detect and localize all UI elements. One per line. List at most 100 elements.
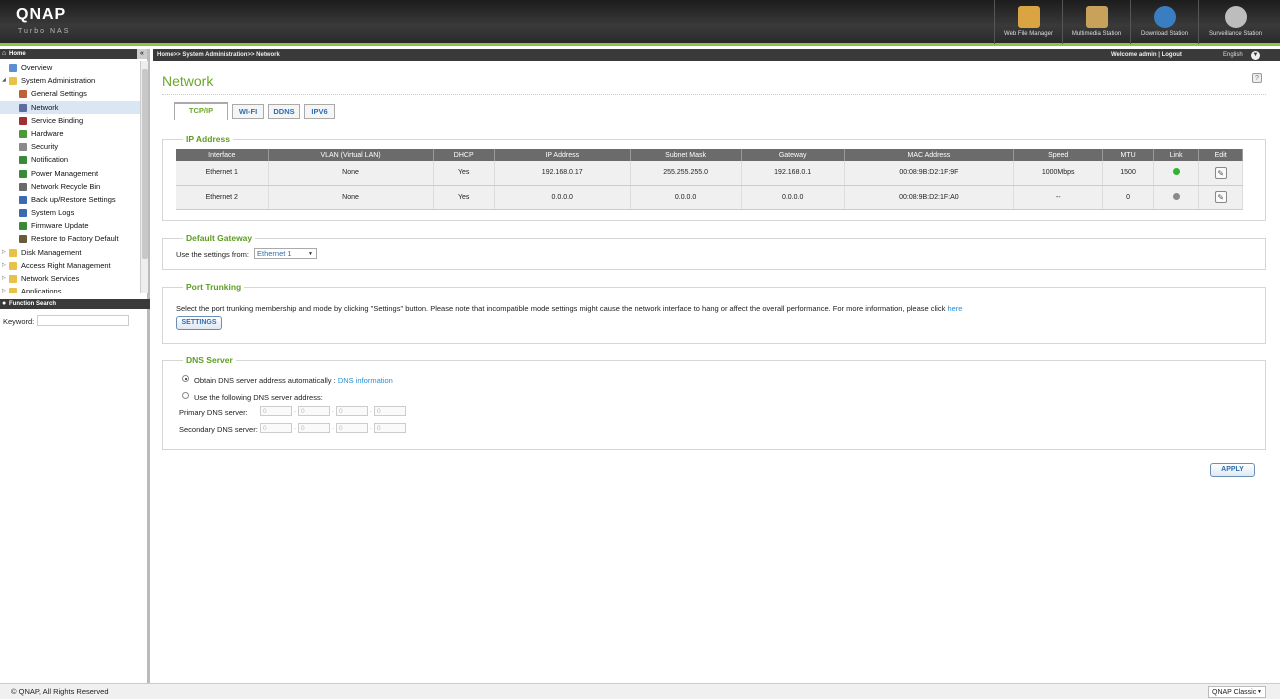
secondary-dns-octet-2[interactable]: 0 bbox=[298, 423, 330, 433]
sidebar-item-label: Network bbox=[31, 102, 59, 112]
sidebar-item-general-settings[interactable]: General Settings bbox=[0, 87, 140, 100]
tab-tcp-ip[interactable]: TCP/IP bbox=[174, 102, 228, 120]
collapsed-arrow-icon[interactable]: ▷ bbox=[2, 272, 6, 285]
sidebar-home-header[interactable]: ⌂ Home « bbox=[0, 49, 147, 59]
cell-mac: 00:08:9B:D2:1F:9F bbox=[844, 161, 1015, 186]
sidebar-item-network-recycle-bin[interactable]: Network Recycle Bin bbox=[0, 180, 140, 193]
theme-selector[interactable]: QNAP Classic ▼ bbox=[1208, 686, 1266, 698]
overview-icon bbox=[9, 64, 17, 72]
secondary-dns-octet-4[interactable]: 0 bbox=[374, 423, 406, 433]
app-multimedia-station[interactable]: Multimedia Station bbox=[1062, 0, 1130, 44]
dns-manual-radio[interactable] bbox=[182, 392, 189, 399]
cell-link bbox=[1153, 161, 1200, 186]
power-icon bbox=[19, 169, 27, 178]
tab-ipv6[interactable]: IPV6 bbox=[304, 104, 335, 119]
sidebar-item-access-right-management[interactable]: ▷ Access Right Management bbox=[0, 259, 140, 272]
cell-gateway: 192.168.0.1 bbox=[741, 161, 845, 186]
sidebar-item-restore-to-factory-default[interactable]: Restore to Factory Default bbox=[0, 232, 140, 245]
gateway-select[interactable]: Ethernet 1 ▼ bbox=[254, 248, 317, 259]
breadcrumb-bar: Home>> System Administration>> Network W… bbox=[153, 49, 1280, 61]
help-icon[interactable]: ? bbox=[1252, 73, 1262, 83]
primary-dns-octet-4[interactable]: 0 bbox=[374, 406, 406, 416]
network-icon bbox=[19, 103, 27, 112]
sidebar-item-service-binding[interactable]: Service Binding bbox=[0, 114, 140, 127]
sidebar-item-security[interactable]: Security bbox=[0, 140, 140, 153]
edit-icon[interactable]: ✎ bbox=[1214, 191, 1227, 203]
sidebar-item-applications[interactable]: ▷ Applications bbox=[0, 285, 140, 293]
cell-speed: 1000Mbps bbox=[1013, 161, 1104, 186]
sidebar-item-power-management[interactable]: Power Management bbox=[0, 167, 140, 180]
sidebar-item-hardware[interactable]: Hardware bbox=[0, 127, 140, 140]
settings-icon bbox=[19, 90, 27, 99]
folder-open-icon bbox=[9, 77, 17, 86]
apply-button[interactable]: APPLY bbox=[1210, 463, 1255, 477]
cell-dhcp: Yes bbox=[433, 185, 495, 210]
firmware-icon bbox=[19, 222, 27, 231]
column-header: DHCP bbox=[433, 149, 495, 161]
dns-manual-label: Use the following DNS server address: bbox=[194, 393, 323, 402]
scrollbar-thumb[interactable] bbox=[142, 69, 148, 259]
section-title: DNS Server bbox=[183, 355, 236, 365]
sidebar-item-system-administration[interactable]: ◢ System Administration bbox=[0, 74, 140, 87]
keyword-input[interactable] bbox=[37, 315, 129, 326]
collapsed-arrow-icon[interactable]: ▷ bbox=[2, 285, 6, 293]
link-status-icon bbox=[1172, 168, 1180, 176]
gateway-select-value: Ethernet 1 bbox=[257, 249, 292, 258]
turbo-nas-sublogo: Turbo NAS bbox=[18, 28, 71, 35]
primary-dns-label: Primary DNS server: bbox=[179, 408, 248, 417]
column-header: Interface bbox=[176, 149, 269, 161]
breadcrumb[interactable]: Home>> System Administration>> Network bbox=[157, 49, 280, 61]
app-download-station[interactable]: Download Station bbox=[1130, 0, 1198, 44]
app-surveillance-station[interactable]: Surveillance Station bbox=[1198, 0, 1272, 44]
default-gateway-section: Default Gateway Use the settings from: E… bbox=[162, 233, 1266, 270]
expanded-arrow-icon[interactable]: ◢ bbox=[2, 74, 6, 87]
cell-speed: -- bbox=[1013, 185, 1104, 210]
function-search-title: Function Search bbox=[9, 301, 57, 307]
language-selector[interactable]: English bbox=[1223, 49, 1243, 61]
cell-edit: ✎ bbox=[1198, 161, 1243, 186]
sidebar-item-label: Security bbox=[31, 142, 59, 152]
primary-dns-octet-3[interactable]: 0 bbox=[336, 406, 368, 416]
primary-dns-octet-2[interactable]: 0 bbox=[298, 406, 330, 416]
collapse-sidebar-icon[interactable]: « bbox=[137, 49, 147, 59]
recycle-bin-icon bbox=[19, 182, 27, 191]
app-label: Surveillance Station bbox=[1208, 31, 1263, 37]
secondary-dns-octet-3[interactable]: 0 bbox=[336, 423, 368, 433]
sidebar-item-firmware-update[interactable]: Firmware Update bbox=[0, 219, 140, 232]
sidebar-item-overview[interactable]: Overview bbox=[0, 61, 140, 74]
trunk-help-link[interactable]: here bbox=[947, 304, 962, 313]
app-label: Web File Manager bbox=[1004, 31, 1053, 37]
dns-information-link[interactable]: DNS information bbox=[338, 376, 393, 385]
chevron-down-icon[interactable]: ▼ bbox=[1251, 51, 1260, 60]
octet-separator: . bbox=[294, 407, 296, 414]
app-label: Multimedia Station bbox=[1071, 31, 1122, 37]
dns-auto-radio[interactable] bbox=[182, 375, 189, 382]
tab-ddns[interactable]: DDNS bbox=[268, 104, 300, 119]
keyword-label: Keyword: bbox=[3, 317, 35, 326]
secondary-dns-octet-1[interactable]: 0 bbox=[260, 423, 292, 433]
app-label: Download Station bbox=[1140, 31, 1189, 37]
sidebar-item-network[interactable]: Network bbox=[0, 100, 140, 114]
welcome-logout[interactable]: Welcome admin | Logout bbox=[1111, 49, 1182, 61]
cell-ip: 192.168.0.17 bbox=[494, 161, 631, 186]
sidebar-scrollbar[interactable] bbox=[140, 61, 148, 293]
dns-auto-text: Obtain DNS server address automatically … bbox=[194, 376, 336, 385]
home-icon: ⌂ bbox=[2, 50, 7, 57]
sidebar-item-network-services[interactable]: ▷ Network Services bbox=[0, 272, 140, 285]
settings-button[interactable]: SETTINGS bbox=[176, 316, 222, 330]
sidebar-item-notification[interactable]: Notification bbox=[0, 153, 140, 166]
collapsed-arrow-icon[interactable]: ▷ bbox=[2, 259, 6, 272]
chevron-down-icon: ▼ bbox=[1257, 689, 1262, 695]
octet-separator: . bbox=[370, 424, 372, 431]
primary-dns-octet-1[interactable]: 0 bbox=[260, 406, 292, 416]
cell-mask: 255.255.255.0 bbox=[630, 161, 742, 186]
edit-icon[interactable]: ✎ bbox=[1214, 166, 1227, 179]
sidebar-item-system-logs[interactable]: System Logs bbox=[0, 206, 140, 219]
sidebar-item-back-up-restore-settings[interactable]: Back up/Restore Settings bbox=[0, 193, 140, 206]
trunk-description: Select the port trunking membership and … bbox=[176, 304, 962, 313]
column-header: MTU bbox=[1102, 149, 1154, 161]
tab-wi-fi[interactable]: WI-FI bbox=[232, 104, 264, 119]
app-web-file-manager[interactable]: Web File Manager bbox=[994, 0, 1062, 44]
collapsed-arrow-icon[interactable]: ▷ bbox=[2, 246, 6, 259]
sidebar-item-disk-management[interactable]: ▷ Disk Management bbox=[0, 246, 140, 259]
